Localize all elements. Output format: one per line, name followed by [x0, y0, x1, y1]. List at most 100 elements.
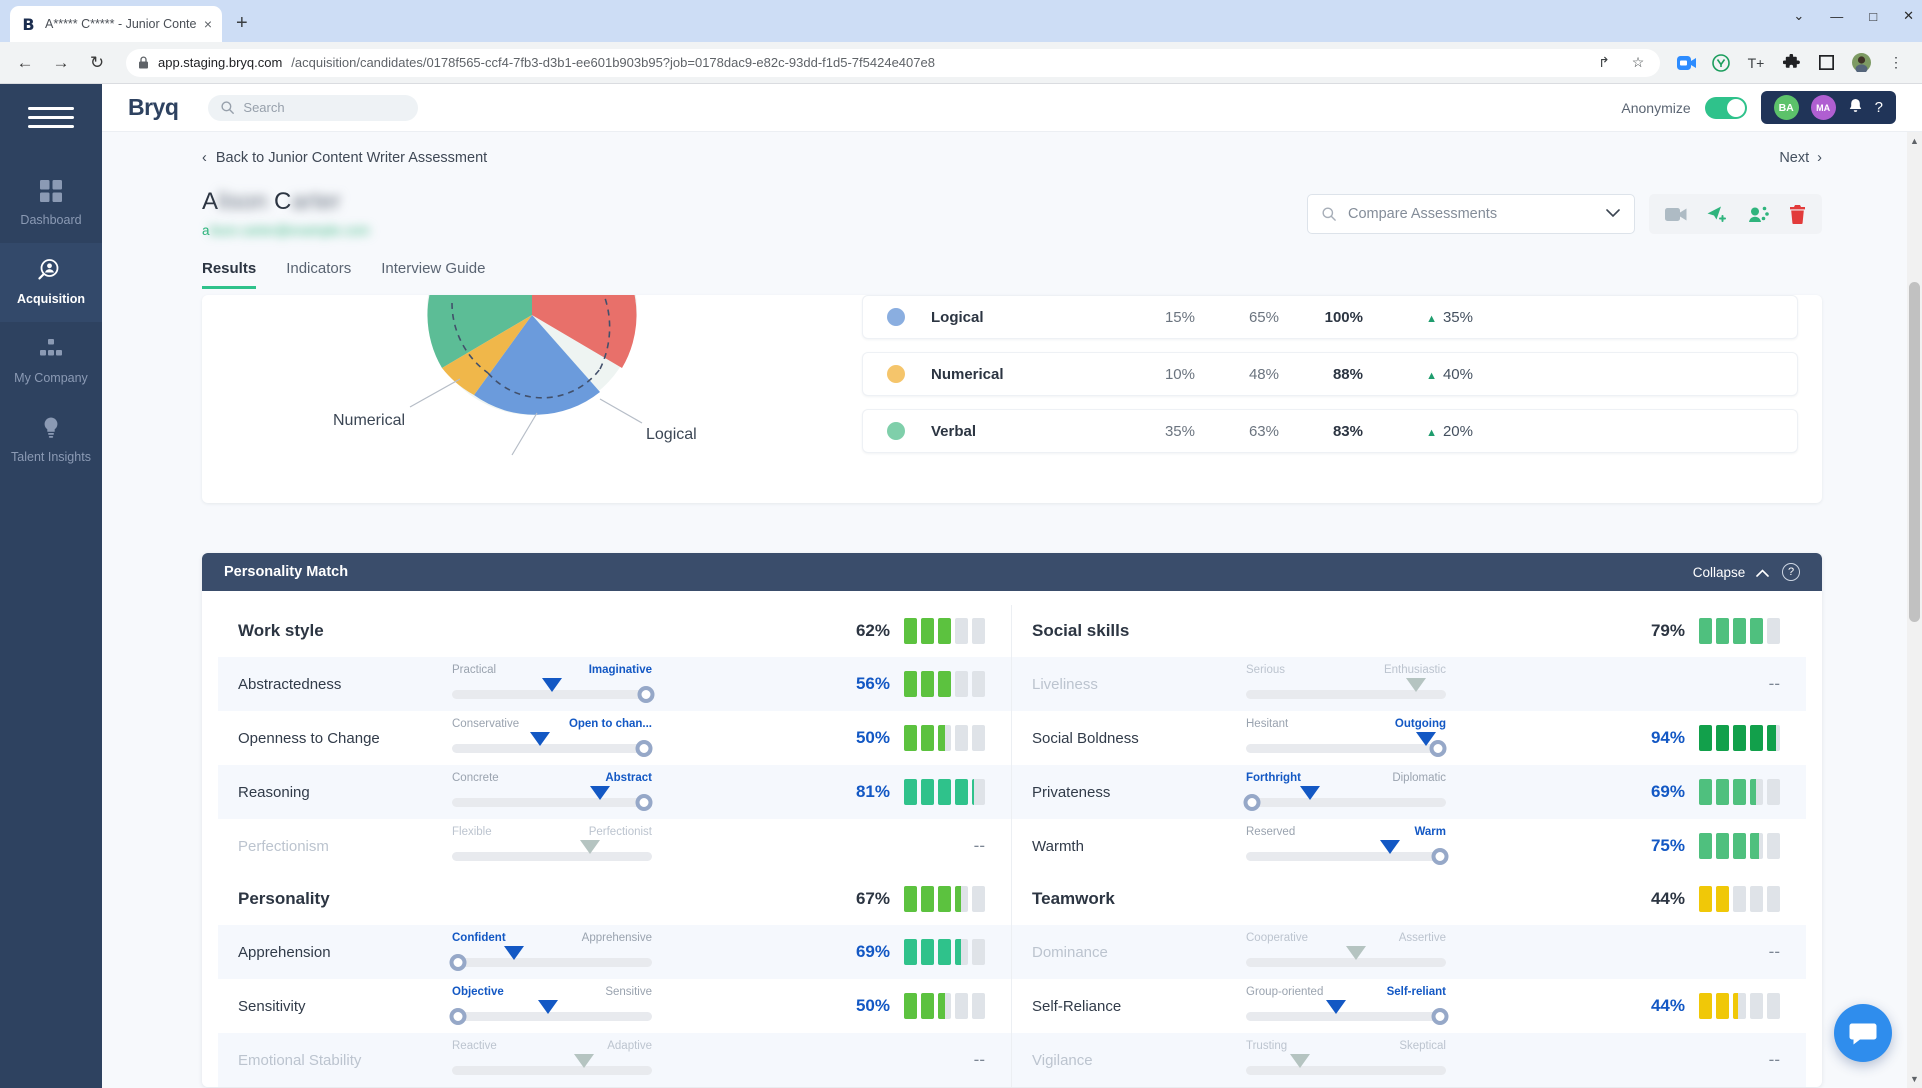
- trait-name: Emotional Stability: [238, 1051, 362, 1069]
- puzzle-extension-icon[interactable]: [1781, 53, 1801, 73]
- avatar-ba[interactable]: BA: [1773, 95, 1799, 120]
- reload-icon[interactable]: ↻: [84, 50, 110, 76]
- skill-weight: 35%: [1164, 422, 1195, 440]
- close-tab-icon[interactable]: ×: [204, 16, 212, 32]
- chat-widget-button[interactable]: [1834, 1004, 1892, 1062]
- text-extension-icon[interactable]: T+: [1746, 53, 1766, 73]
- page-scrollbar[interactable]: ▲ ▼: [1907, 132, 1922, 1088]
- slider-poles: Conservative Open to chan...: [452, 717, 652, 731]
- green-extension-icon[interactable]: [1711, 53, 1731, 73]
- browser-menu-icon[interactable]: ⋮: [1886, 53, 1906, 73]
- browser-tab[interactable]: B A***** C***** - Junior Content W ×: [10, 6, 222, 42]
- search-input[interactable]: Search: [208, 94, 419, 121]
- trend-up-icon: ▲: [1426, 426, 1437, 439]
- personality-group-row: Teamwork 44%: [1012, 873, 1806, 925]
- new-tab-icon[interactable]: +: [236, 12, 248, 35]
- trend-value: 35%: [1442, 308, 1473, 326]
- close-window-icon[interactable]: ✕: [1903, 8, 1914, 24]
- url-path: /acquisition/candidates/0178f565-ccf4-7f…: [291, 55, 935, 70]
- send-invite-icon[interactable]: [1707, 205, 1728, 223]
- chevron-down-icon[interactable]: ⌄: [1793, 8, 1804, 24]
- trait-name: Apprehension: [238, 943, 331, 961]
- slider-ring-marker: [637, 686, 655, 703]
- chevron-right-icon: ›: [1817, 150, 1822, 166]
- pole-right: Sensitive: [605, 986, 652, 998]
- slider-pointer: [1290, 1054, 1310, 1068]
- help-icon[interactable]: ?: [1875, 99, 1883, 116]
- browser-profile-avatar[interactable]: [1851, 53, 1871, 73]
- pole-left: Flexible: [452, 826, 492, 838]
- help-icon[interactable]: ?: [1782, 563, 1800, 581]
- share-page-icon[interactable]: ↱: [1594, 53, 1614, 73]
- back-to-assessment-link[interactable]: ‹ Back to Junior Content Writer Assessme…: [202, 150, 487, 166]
- tab-results[interactable]: Results: [202, 260, 257, 289]
- sidebar-item-talent-insights[interactable]: Talent Insights: [0, 401, 102, 480]
- score-bar: [972, 671, 985, 697]
- hamburger-menu-icon[interactable]: [28, 100, 74, 134]
- back-label: Back to Junior Content Writer Assessment: [215, 150, 488, 166]
- tab-interview-guide[interactable]: Interview Guide: [381, 260, 485, 289]
- score-bars: [904, 671, 985, 697]
- share-candidate-icon[interactable]: [1748, 206, 1769, 223]
- trait-score: 69%: [1635, 779, 1786, 805]
- scroll-up-arrow[interactable]: ▲: [1910, 136, 1919, 146]
- score-bar: [904, 993, 917, 1019]
- anonymize-toggle[interactable]: [1704, 96, 1747, 119]
- scroll-down-arrow[interactable]: ▼: [1910, 1074, 1919, 1084]
- bryq-logo[interactable]: Bryq: [128, 94, 179, 121]
- skills-pie-chart: Numerical Logical: [202, 295, 862, 465]
- sidebar-item-acquisition[interactable]: Acquisition: [0, 243, 102, 322]
- scrollbar-thumb[interactable]: [1909, 282, 1920, 622]
- collapse-button[interactable]: Collapse: [1693, 565, 1769, 580]
- score-bars: [1699, 618, 1780, 644]
- personality-trait-row: Warmth Reserved Warm 75%: [1012, 819, 1806, 873]
- tab-indicators[interactable]: Indicators: [286, 260, 351, 289]
- slider-track: [1246, 1066, 1446, 1075]
- first-initial: A: [202, 188, 219, 215]
- score-bar: [972, 886, 985, 912]
- avatar-ma[interactable]: MA: [1810, 95, 1836, 120]
- score-bar: [1699, 725, 1712, 751]
- page-body: ‹ Back to Junior Content Writer Assessme…: [122, 132, 1902, 1087]
- trait-slider: Serious Enthusiastic: [1246, 663, 1446, 705]
- forward-icon[interactable]: →: [48, 50, 74, 76]
- browser-toolbar: ← → ↻ app.staging.bryq.com/acquisition/c…: [0, 42, 1922, 84]
- notifications-bell-icon[interactable]: [1848, 98, 1863, 118]
- score-bar: [1733, 993, 1746, 1019]
- sidebar-item-dashboard[interactable]: Dashboard: [0, 164, 102, 243]
- personality-match-card: Personality Match Collapse ? Work style 6…: [202, 553, 1822, 1087]
- score-bar: [1750, 618, 1763, 644]
- bookmark-star-icon[interactable]: ☆: [1628, 53, 1648, 73]
- next-candidate-link[interactable]: Next ›: [1779, 150, 1822, 166]
- pole-left: Objective: [452, 986, 504, 998]
- score-bar: [904, 618, 917, 644]
- trait-score: --: [935, 836, 991, 856]
- main-sidebar: Dashboard Acquisition My Company Talent …: [0, 84, 102, 1088]
- score-bar: [1699, 833, 1712, 859]
- group-name: Teamwork: [1032, 889, 1115, 908]
- compare-assessments-select[interactable]: Compare Assessments: [1307, 194, 1635, 234]
- score-bars: [1699, 779, 1780, 805]
- zoom-extension-icon[interactable]: [1676, 53, 1696, 73]
- address-bar[interactable]: app.staging.bryq.com/acquisition/candida…: [126, 48, 1660, 77]
- video-icon[interactable]: [1665, 207, 1687, 222]
- trait-percent: 75%: [1650, 836, 1685, 855]
- slider-ring-marker: [1243, 794, 1261, 811]
- square-extension-icon[interactable]: [1816, 53, 1836, 73]
- sidebar-item-my-company[interactable]: My Company: [0, 322, 102, 401]
- back-icon[interactable]: ←: [12, 50, 38, 76]
- maximize-icon[interactable]: □: [1869, 9, 1877, 24]
- score-bar: [1716, 886, 1729, 912]
- trait-slider: Practical Imaginative: [452, 663, 655, 705]
- score-bar: [904, 939, 917, 965]
- score-bar: [1733, 886, 1746, 912]
- personality-trait-row: Emotional Stability Reactive Adaptive --: [218, 1033, 1011, 1087]
- sidebar-label-my-company: My Company: [14, 371, 88, 385]
- minimize-icon[interactable]: —: [1830, 9, 1843, 24]
- skill-trend: ▲ 20%: [1363, 423, 1473, 440]
- score-bar: [1733, 833, 1746, 859]
- pole-right: Imaginative: [588, 664, 652, 676]
- delete-icon[interactable]: [1789, 204, 1806, 224]
- slider-pointer: [590, 786, 610, 800]
- candidate-email: a lison.carter@example.com: [202, 223, 370, 238]
